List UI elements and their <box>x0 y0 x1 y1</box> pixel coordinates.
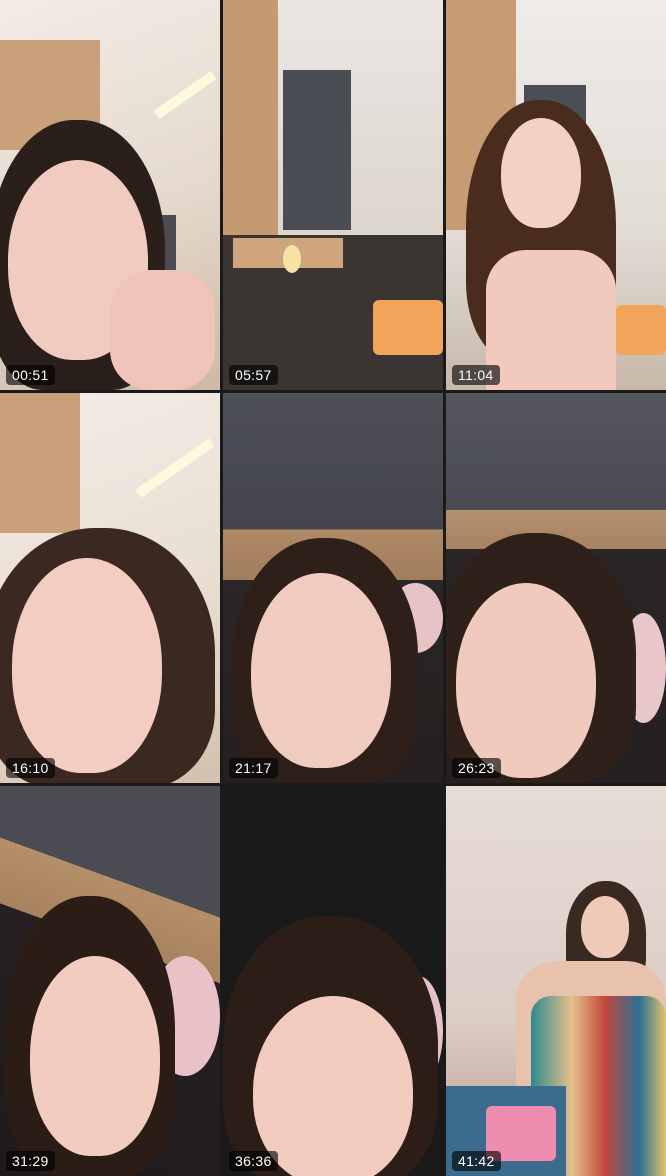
thumbnail-image <box>223 393 443 783</box>
video-thumbnail-grid: 00:51 05:57 11:04 16:10 21:17 26:23 31:2… <box>0 0 666 1176</box>
thumbnail-image <box>446 393 666 783</box>
video-thumbnail-4[interactable]: 16:10 <box>0 393 220 783</box>
thumbnail-image <box>0 0 220 390</box>
duration-badge: 31:29 <box>6 1151 55 1171</box>
video-thumbnail-9[interactable]: 41:42 <box>446 786 666 1176</box>
video-thumbnail-7[interactable]: 31:29 <box>0 786 220 1176</box>
duration-badge: 41:42 <box>452 1151 501 1171</box>
video-thumbnail-6[interactable]: 26:23 <box>446 393 666 783</box>
duration-badge: 36:36 <box>229 1151 278 1171</box>
video-thumbnail-5[interactable]: 21:17 <box>223 393 443 783</box>
duration-badge: 00:51 <box>6 365 55 385</box>
video-thumbnail-1[interactable]: 00:51 <box>0 0 220 390</box>
thumbnail-image <box>446 0 666 390</box>
thumbnail-image <box>223 0 443 390</box>
duration-badge: 26:23 <box>452 758 501 778</box>
duration-badge: 16:10 <box>6 758 55 778</box>
duration-badge: 11:04 <box>452 365 500 385</box>
video-thumbnail-2[interactable]: 05:57 <box>223 0 443 390</box>
video-thumbnail-3[interactable]: 11:04 <box>446 0 666 390</box>
duration-badge: 05:57 <box>229 365 278 385</box>
video-thumbnail-8[interactable]: 36:36 <box>223 786 443 1176</box>
thumbnail-image <box>0 393 220 783</box>
duration-badge: 21:17 <box>229 758 278 778</box>
thumbnail-image <box>223 786 443 1176</box>
thumbnail-image <box>0 786 220 1176</box>
thumbnail-image <box>446 786 666 1176</box>
